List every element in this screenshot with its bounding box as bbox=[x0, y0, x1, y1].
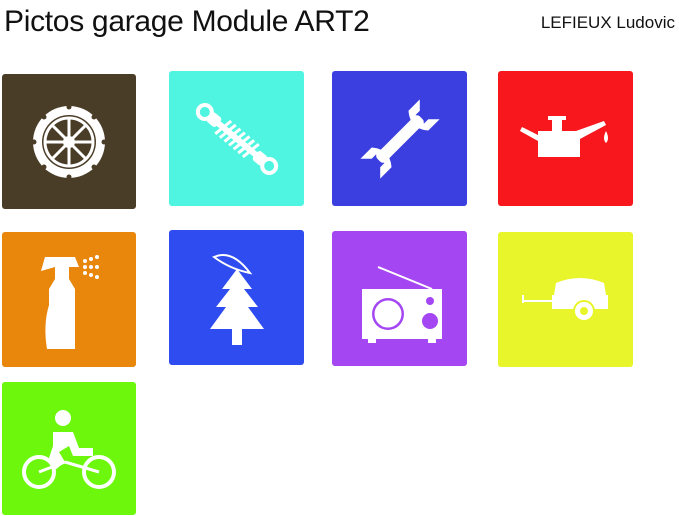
radio-icon bbox=[361, 265, 442, 343]
tile-bicycle bbox=[2, 382, 136, 515]
oil-can-icon bbox=[519, 115, 608, 157]
tile-radio bbox=[332, 231, 467, 366]
trailer-icon bbox=[521, 277, 608, 322]
tile-tree-air-freshener bbox=[169, 230, 304, 365]
tree-air-freshener-icon bbox=[209, 253, 264, 345]
shock-absorber-icon bbox=[195, 102, 278, 175]
tile-shock-absorber bbox=[169, 71, 304, 206]
page-title: Pictos garage Module ART2 bbox=[4, 5, 370, 38]
author-name: LEFIEUX Ludovic bbox=[540, 13, 675, 32]
tile-wrench bbox=[332, 71, 467, 206]
tile-oil-can bbox=[498, 71, 633, 206]
spray-bottle-icon bbox=[41, 254, 99, 349]
bicycle-icon bbox=[22, 409, 116, 489]
tile-wheel bbox=[2, 74, 136, 209]
tile-spray-bottle bbox=[2, 232, 136, 367]
tile-trailer bbox=[498, 232, 633, 367]
wrench-icon bbox=[359, 98, 440, 179]
wheel-icon bbox=[31, 104, 107, 179]
